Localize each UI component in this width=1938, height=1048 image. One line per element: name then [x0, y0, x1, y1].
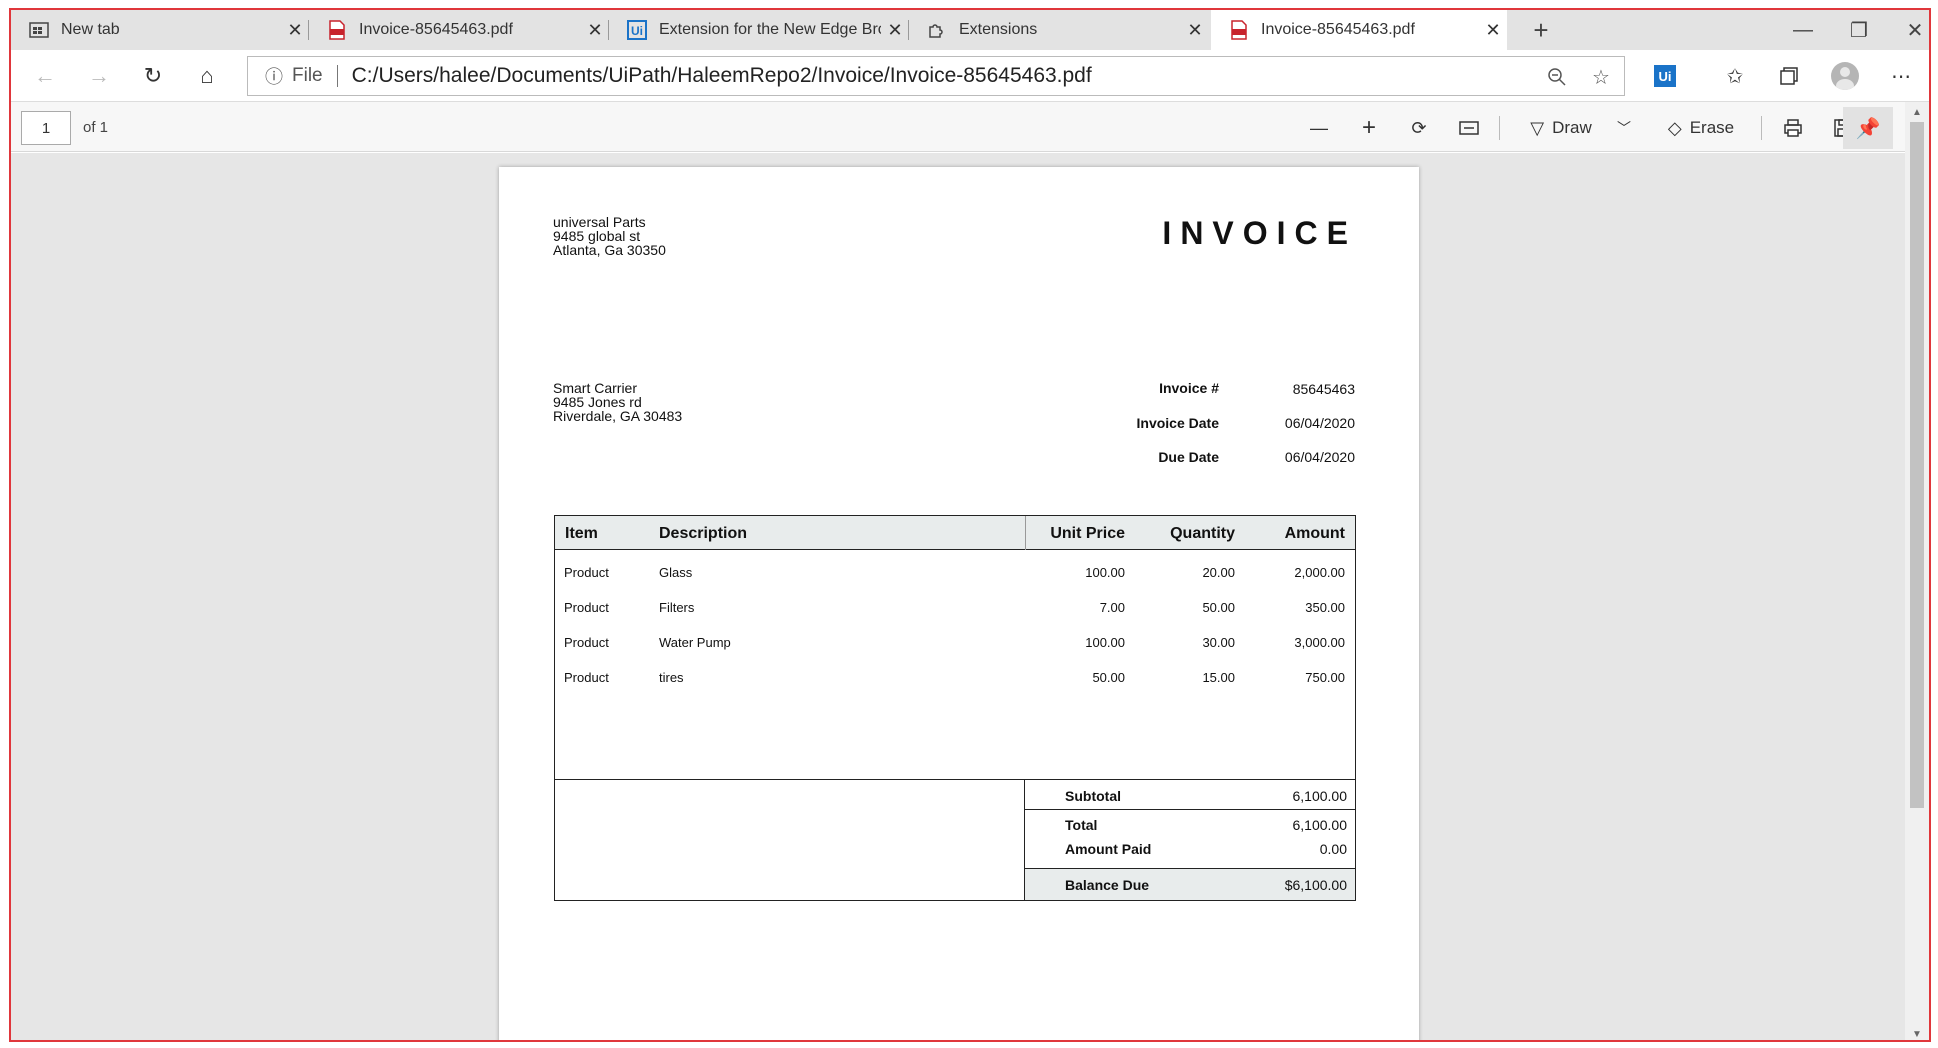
scroll-up-icon[interactable]: ▲: [1905, 104, 1929, 120]
table-row: Product Glass 100.00 20.00 2,000.00: [564, 565, 1345, 580]
erase-button[interactable]: ◇ Erase: [1651, 111, 1751, 145]
invoice-number-value: 85645463: [1292, 381, 1355, 397]
newtab-icon: [29, 20, 49, 40]
column-header-item: Item: [565, 525, 598, 542]
balance-due-row: Balance Due $6,100.00: [1025, 868, 1355, 900]
zoom-out-button[interactable]: —: [1301, 111, 1337, 145]
vertical-scrollbar[interactable]: ▲ ▼: [1905, 102, 1929, 1040]
tab-label: New tab: [61, 21, 120, 38]
invoice-date-label: Invoice Date: [1136, 415, 1219, 431]
column-header-unit-price: Unit Price: [1050, 525, 1125, 542]
draw-label: Draw: [1552, 118, 1592, 137]
puzzle-icon: [927, 20, 947, 40]
browser-window: New tab ✕ Invoice-85645463.pdf ✕ Ui Exte…: [9, 8, 1931, 1042]
pdf-toolbar: 1 of 1 — + ⟳ ▽ Draw ﹀ ◇ Erase 📌: [11, 102, 1929, 152]
pdf-icon: [327, 20, 347, 40]
column-header-quantity: Quantity: [1170, 525, 1235, 542]
tab-new-tab[interactable]: New tab ✕: [11, 10, 309, 50]
close-icon[interactable]: ✕: [1181, 20, 1209, 41]
chevron-down-icon[interactable]: ﹀: [1609, 111, 1639, 145]
navigation-bar: ← → ↻ ⌂ ⓘ File C:/Users/halee/Documents/…: [11, 50, 1929, 102]
fit-page-button[interactable]: [1451, 111, 1487, 145]
refresh-button[interactable]: ↻: [135, 58, 171, 94]
pdf-page: universal Parts 9485 global st Atlanta, …: [499, 167, 1419, 1040]
scrollbar-thumb[interactable]: [1910, 122, 1924, 808]
uipath-badge: Ui: [1654, 65, 1676, 87]
column-header-amount: Amount: [1284, 525, 1345, 542]
back-button[interactable]: ←: [27, 58, 63, 94]
table-row: Product Filters 7.00 50.00 350.00: [564, 600, 1345, 615]
rotate-button[interactable]: ⟳: [1401, 111, 1437, 145]
info-icon[interactable]: ⓘ: [260, 63, 288, 89]
new-tab-button[interactable]: +: [1521, 10, 1561, 50]
table-header: Item Description Unit Price Quantity Amo…: [555, 516, 1355, 550]
erase-label: Erase: [1689, 118, 1735, 137]
page-count: of 1: [83, 119, 109, 136]
close-icon[interactable]: ✕: [1479, 20, 1507, 41]
seller-address: universal Parts 9485 global st Atlanta, …: [553, 214, 666, 258]
uipath-icon: Ui: [627, 20, 647, 40]
minimize-button[interactable]: —: [1775, 10, 1831, 50]
scroll-down-icon[interactable]: ▼: [1905, 1026, 1929, 1040]
tab-invoice-pdf-active[interactable]: Invoice-85645463.pdf ✕: [1211, 10, 1507, 50]
home-button[interactable]: ⌂: [189, 58, 225, 94]
due-date-label: Due Date: [1158, 449, 1219, 465]
tab-label: Extension for the New Edge Brov: [659, 21, 881, 38]
zoom-icon[interactable]: [1544, 64, 1570, 90]
page-number-input[interactable]: 1: [21, 111, 71, 145]
pin-toolbar-button[interactable]: 📌: [1843, 107, 1893, 149]
favorites-icon[interactable]: ✩: [1717, 58, 1753, 94]
close-icon[interactable]: ✕: [581, 20, 609, 41]
close-icon[interactable]: ✕: [281, 20, 309, 41]
tab-extension-page[interactable]: Ui Extension for the New Edge Brov ✕: [609, 10, 909, 50]
profile-button[interactable]: [1827, 58, 1863, 94]
invoice-number-label: Invoice #: [1159, 380, 1219, 396]
scheme-label: File: [292, 65, 323, 86]
column-header-description: Description: [659, 525, 748, 542]
print-button[interactable]: [1775, 111, 1811, 145]
invoice-date-value: 06/04/2020: [1284, 415, 1355, 431]
due-date-value: 06/04/2020: [1284, 449, 1355, 465]
uipath-extension-button[interactable]: Ui: [1647, 58, 1683, 94]
total-row: Total 6,100.00 Amount Paid 0.00: [1065, 817, 1347, 857]
pdf-icon: [1229, 20, 1249, 40]
billing-address: Smart Carrier 9485 Jones rd Riverdale, G…: [553, 380, 683, 424]
tab-invoice-pdf[interactable]: Invoice-85645463.pdf ✕: [309, 10, 609, 50]
avatar: [1831, 62, 1859, 90]
more-menu-icon[interactable]: ⋯: [1883, 58, 1919, 94]
tab-extensions[interactable]: Extensions ✕: [909, 10, 1209, 50]
totals-table: Subtotal 6,100.00 Total 6,100.00 Amount …: [554, 779, 1356, 901]
tab-label: Invoice-85645463.pdf: [359, 21, 513, 38]
pdf-viewer[interactable]: universal Parts 9485 global st Atlanta, …: [11, 153, 1909, 1040]
forward-button[interactable]: →: [81, 58, 117, 94]
pin-icon: 📌: [1855, 117, 1881, 140]
svg-text:Ui: Ui: [631, 24, 643, 38]
draw-icon: ▽: [1530, 117, 1545, 138]
draw-button[interactable]: ▽ Draw: [1515, 111, 1607, 145]
table-row: Product Water Pump 100.00 30.00 3,000.00: [564, 635, 1345, 650]
tab-label: Invoice-85645463.pdf: [1261, 21, 1415, 38]
address-bar[interactable]: ⓘ File C:/Users/halee/Documents/UiPath/H…: [247, 56, 1625, 96]
close-window-button[interactable]: ✕: [1887, 10, 1929, 50]
eraser-icon: ◇: [1667, 117, 1682, 138]
url-text[interactable]: C:/Users/halee/Documents/UiPath/HaleemRe…: [352, 64, 1092, 88]
tab-label: Extensions: [959, 21, 1038, 38]
tab-strip: New tab ✕ Invoice-85645463.pdf ✕ Ui Exte…: [11, 10, 1929, 50]
favorite-star-icon[interactable]: ☆: [1588, 64, 1614, 90]
collections-icon[interactable]: [1771, 58, 1807, 94]
subtotal-row: Subtotal 6,100.00: [1025, 780, 1355, 810]
invoice-title: INVOICE: [1162, 215, 1357, 251]
zoom-in-button[interactable]: +: [1351, 111, 1387, 145]
close-icon[interactable]: ✕: [881, 20, 909, 41]
restore-button[interactable]: ❐: [1831, 10, 1887, 50]
line-items-table: Item Description Unit Price Quantity Amo…: [554, 515, 1356, 780]
table-row: Product tires 50.00 15.00 750.00: [564, 670, 1345, 685]
